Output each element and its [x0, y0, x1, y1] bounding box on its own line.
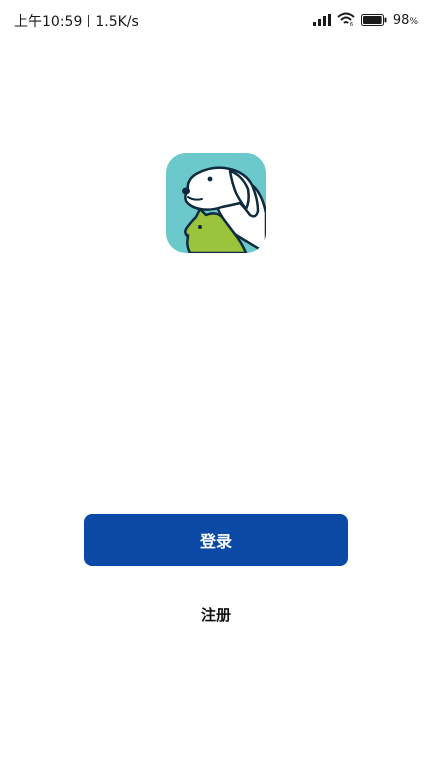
status-right: 6 98%: [312, 11, 418, 30]
status-bar: 上午10:59 1.5K/s 6 98%: [0, 0, 432, 40]
battery-percent: 98%: [393, 13, 418, 28]
signal-icon: [312, 11, 331, 30]
battery-percent-value: 98: [392, 12, 410, 28]
battery-icon: [360, 11, 387, 30]
status-left: 上午10:59 1.5K/s: [14, 11, 139, 31]
register-button[interactable]: 注册: [166, 600, 266, 628]
wifi-icon: 6: [337, 11, 355, 30]
network-speed: 1.5K/s: [95, 14, 139, 30]
svg-text:6: 6: [350, 22, 353, 26]
pet-dog-cat-logo-icon: [166, 153, 266, 253]
status-time: 上午10:59: [14, 14, 83, 30]
battery-percent-unit: %: [409, 16, 418, 27]
login-button[interactable]: 登录: [84, 514, 348, 566]
status-separator: [88, 15, 90, 27]
app-logo: [166, 153, 266, 253]
